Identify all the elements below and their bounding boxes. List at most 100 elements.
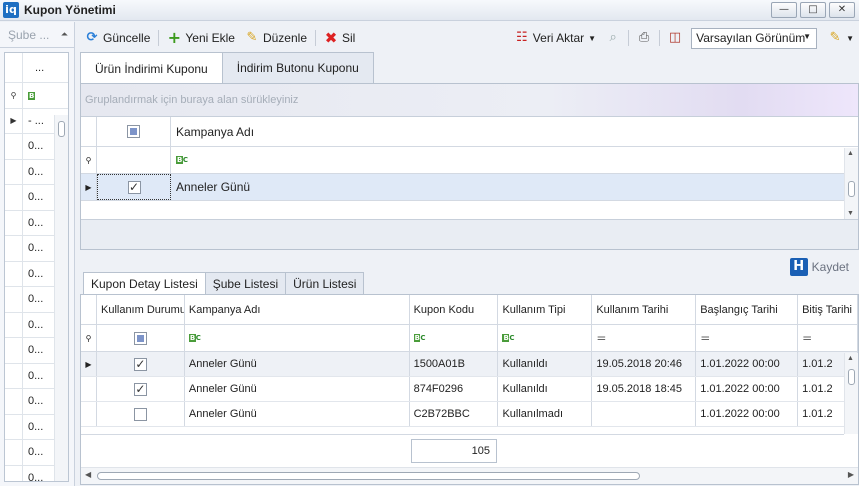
column-header-usage-status[interactable]: Kullanım Durumu [97,295,185,324]
coupon-grid-header: Kullanım Durumu Kampanya Adı Kupon Kodu … [81,295,858,325]
scroll-thumb[interactable] [848,181,855,197]
filter-end-date[interactable]: = [798,325,858,351]
refresh-button[interactable]: ⟳ Güncelle [80,27,155,49]
filter-checkbox[interactable] [133,331,147,345]
column-header-coupon-code[interactable]: Kupon Kodu [410,295,499,324]
title-bar: iq Kupon Yönetimi — □ ✕ [0,0,859,21]
branch-grid-scrollbar[interactable] [54,115,68,481]
scroll-thumb[interactable] [58,121,65,137]
branch-cell: 0... [28,242,44,255]
branch-cell: 0... [28,293,44,306]
filter-usage-status[interactable] [97,325,185,351]
print-button[interactable]: ⎙ [632,27,656,49]
branch-cell: 0... [28,395,44,408]
coupon-detail-grid: Kullanım Durumu Kampanya Adı Kupon Kodu … [80,294,859,485]
tab-discount-button[interactable]: İndirim Butonu Kuponu [221,52,374,83]
column-header-campaign-name[interactable]: Kampanya Adı [185,295,410,324]
usage-status-cell[interactable]: ✓ [97,352,185,376]
column-header-usage-date[interactable]: Kullanım Tarihi [592,295,697,324]
scroll-up-icon[interactable]: ▲ [847,150,854,157]
campaign-name-cell: Anneler Günü [185,402,410,426]
style-button[interactable]: ✎ ▼ [823,27,859,49]
campaign-filter-cell[interactable]: BC [171,147,858,173]
column-chooser-button[interactable]: ◫ [663,27,687,49]
tab-coupon-detail[interactable]: Kupon Detay Listesi [83,272,206,295]
campaign-grid-scrollbar[interactable]: ▲ ▼ [844,148,858,219]
toolbar-separator [158,30,160,46]
column-header-start-date[interactable]: Başlangıç Tarihi [696,295,799,324]
tab-branch-list[interactable]: Şube Listesi [204,272,287,294]
row-indicator [5,440,23,465]
group-by-area[interactable]: Gruplandırmak için buraya alan sürükleyi… [81,84,858,117]
scroll-down-icon[interactable]: ▼ [847,210,854,217]
branch-cell: 0... [28,471,44,482]
branch-cell: 0... [28,344,44,357]
usage-status-cell[interactable]: ✓ [97,377,185,401]
zoom-button[interactable]: ⌕ [601,27,625,49]
table-row[interactable]: ▶ ✓ Anneler Günü 1500A01B Kullanıldı 19.05.20… [81,352,858,377]
delete-x-icon: ✖ [324,29,338,47]
scroll-thumb[interactable] [97,472,640,480]
usage-checkbox[interactable]: ✓ [133,382,147,396]
column-header-end-date[interactable]: Bitiş Tarihi [798,295,858,324]
filter-usage-date[interactable]: = [592,325,697,351]
filter-abc-icon: B [28,92,35,101]
usage-status-cell[interactable] [97,402,185,426]
filter-coupon-code[interactable]: BC [410,325,499,351]
scroll-up-icon[interactable]: ▲ [847,355,854,362]
delete-button[interactable]: ✖ Sil [319,27,360,49]
start-date-cell: 1.01.2022 00:00 [696,402,799,426]
scroll-right-icon[interactable]: ▶ [848,470,854,479]
usage-checkbox[interactable]: ✓ [133,357,147,371]
coupon-grid-scrollbar[interactable]: ▲ [844,353,858,434]
filter-pin-icon: ⚲ [81,325,97,351]
usage-date-cell: 19.05.2018 20:46 [592,352,697,376]
scroll-left-icon[interactable]: ◀ [85,470,91,479]
pin-icon[interactable]: ⏶ [61,29,68,40]
branch-grid-filter-row[interactable]: ⚲ B [5,83,68,109]
row-checkbox[interactable]: ✓ [127,180,141,194]
branch-cell: 0... [28,165,44,178]
edit-button[interactable]: ✎ Düzenle [240,27,312,49]
select-all-checkbox[interactable] [127,125,140,138]
maximize-button[interactable]: □ [800,2,826,18]
branch-grid-column-header[interactable]: ... [23,62,44,74]
usage-type-cell: Kullanıldı [498,377,593,401]
row-checkbox-cell[interactable]: ✓ [97,174,171,200]
table-row[interactable]: ✓ Anneler Günü 874F0296 Kullanıldı 19.05.201… [81,377,858,402]
column-header-campaign[interactable]: Kampanya Adı [171,117,858,146]
minimize-button[interactable]: — [771,2,797,18]
coupon-code-cell: C2B72BBC [410,402,499,426]
coupon-grid-horizontal-scrollbar[interactable]: ◀ ▶ [81,467,858,484]
save-button[interactable]: H Kaydet [789,258,849,276]
toolbar-separator [315,30,316,46]
column-header-usage-type[interactable]: Kullanım Tipi [498,295,593,324]
add-button[interactable]: + Yeni Ekle [162,27,240,49]
tab-product-discount[interactable]: Ürün İndirimi Kuponu [80,52,223,84]
table-row[interactable]: Anneler Günü C2B72BBC Kullanılmadı 1.01.202… [81,402,858,427]
close-button[interactable]: ✕ [829,2,855,18]
plus-icon: + [167,28,182,47]
select-all-checkbox-cell[interactable] [97,117,171,146]
app-logo-icon: iq [3,2,19,18]
view-select[interactable]: Varsayılan Görünüm ▼ [691,27,818,49]
usage-checkbox[interactable] [133,407,147,421]
filter-start-date[interactable]: = [696,325,799,351]
list-item: - ... [28,114,44,127]
export-button[interactable]: ☷ Veri Aktar ▼ [510,27,601,49]
row-indicator [5,287,23,312]
scroll-thumb[interactable] [848,369,855,385]
equals-filter-icon: = [700,331,711,345]
branch-grid[interactable]: ... ⚲ B ▶ - ... 0... 0... 0... 0... 0... 0...… [4,52,69,482]
chevron-down-icon: ▼ [803,31,812,41]
table-row[interactable]: ▶ ✓ Anneler Günü [81,174,858,201]
coupon-filter-row[interactable]: ⚲ BC BC BC = = = [81,325,858,352]
campaign-filter-row[interactable]: ⚲ BC [81,147,858,174]
filter-usage-type[interactable]: BC [498,325,593,351]
row-indicator [5,210,23,235]
filter-campaign-name[interactable]: BC [185,325,410,351]
coupon-code-cell: 1500A01B [410,352,499,376]
coupon-grid-footer: 105 [81,434,844,468]
row-pointer-icon: ▶ [5,108,23,133]
tab-product-list[interactable]: Ürün Listesi [285,272,365,294]
